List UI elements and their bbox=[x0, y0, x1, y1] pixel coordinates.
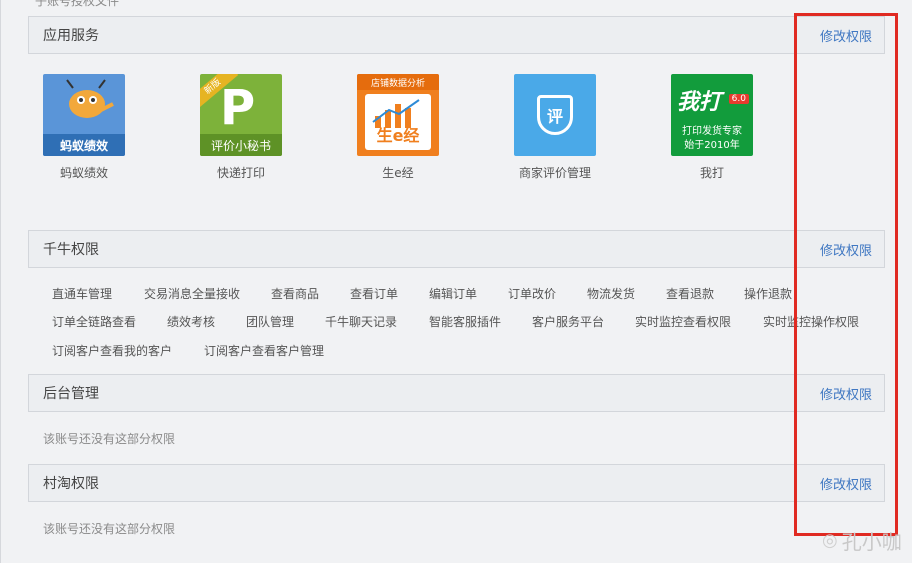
permission-item: 订单改价 bbox=[508, 287, 557, 301]
app-label: 生e经 bbox=[382, 166, 414, 180]
app-item[interactable]: 评 商家评价管理 bbox=[514, 74, 671, 181]
app-label: 商家评价管理 bbox=[518, 166, 591, 180]
permission-item: 交易消息全量接收 bbox=[144, 287, 241, 301]
app-label: 我打 bbox=[699, 166, 724, 180]
permission-item: 查看退款 bbox=[666, 287, 715, 301]
permission-item: 绩效考核 bbox=[167, 315, 216, 329]
permission-item: 客户服务平台 bbox=[532, 315, 605, 329]
icon-big-text: 我打 bbox=[677, 90, 722, 115]
app-list: 蚂蚁绩效 蚂蚁绩效 新版 P 评价小秘书 快递打印 店铺数据分析 生e经 生e经… bbox=[43, 74, 828, 181]
weibo-icon: ◎ bbox=[822, 530, 838, 551]
red-highlight-box bbox=[794, 13, 898, 536]
shield-glyph: 评 bbox=[537, 95, 573, 135]
permission-item: 查看订单 bbox=[350, 287, 399, 301]
icon-band-text: 蚂蚁绩效 bbox=[43, 134, 125, 156]
app-item[interactable]: 店铺数据分析 生e经 生e经 bbox=[357, 74, 514, 181]
permission-item: 编辑订单 bbox=[429, 287, 478, 301]
icon-card-text: 生e经 bbox=[376, 126, 420, 145]
permission-item: 物流发货 bbox=[587, 287, 636, 301]
cut-off-text: 子账号授权文件 bbox=[35, 0, 120, 8]
icon-line2: 始于2010年 bbox=[684, 140, 740, 151]
app-label: 蚂蚁绩效 bbox=[59, 166, 108, 180]
watermark: ◎ 孔小咖 bbox=[822, 526, 902, 555]
permission-item: 订阅客户查看客户管理 bbox=[204, 344, 325, 358]
section-title: 村淘权限 bbox=[43, 476, 99, 492]
shengejing-icon[interactable]: 店铺数据分析 生e经 bbox=[357, 74, 439, 156]
permission-item: 操作退款 bbox=[744, 287, 793, 301]
permission-item: 团队管理 bbox=[246, 315, 295, 329]
permission-item: 订单全链路查看 bbox=[52, 315, 137, 329]
section-header-qianniu: 千牛权限 修改权限 bbox=[28, 230, 885, 268]
icon-top-text: 店铺数据分析 bbox=[357, 74, 439, 90]
icon-line1: 打印发货专家 bbox=[682, 126, 742, 137]
empty-permission-note: 该账号还没有这部分权限 bbox=[43, 522, 176, 536]
rating-shield-icon[interactable]: 评 bbox=[514, 74, 596, 156]
section-title: 后台管理 bbox=[43, 386, 99, 402]
section-title: 应用服务 bbox=[43, 28, 99, 44]
section-header-app-services: 应用服务 修改权限 bbox=[28, 16, 885, 54]
version-badge: 6.0 bbox=[728, 94, 749, 104]
ant-performance-icon[interactable]: 蚂蚁绩效 bbox=[43, 74, 125, 156]
section-title: 千牛权限 bbox=[43, 242, 99, 258]
permission-item: 千牛聊天记录 bbox=[325, 315, 398, 329]
section-header-cuntao: 村淘权限 修改权限 bbox=[28, 464, 885, 502]
p-letter: P bbox=[220, 80, 256, 136]
express-print-icon[interactable]: 新版 P 评价小秘书 bbox=[200, 74, 282, 156]
app-label: 快递打印 bbox=[216, 166, 265, 180]
page: 子账号授权文件 应用服务 修改权限 蚂蚁绩效 蚂蚁绩效 新版 P 评价小秘书 快… bbox=[0, 0, 912, 563]
section-header-backend: 后台管理 修改权限 bbox=[28, 374, 885, 412]
empty-permission-note: 该账号还没有这部分权限 bbox=[43, 432, 176, 446]
permission-item: 查看商品 bbox=[271, 287, 320, 301]
wo-da-icon[interactable]: 我打 6.0 打印发货专家 始于2010年 bbox=[671, 74, 753, 156]
watermark-text: 孔小咖 bbox=[841, 530, 902, 554]
permission-item: 实时监控查看权限 bbox=[635, 315, 732, 329]
icon-band-text: 评价小秘书 bbox=[200, 134, 282, 156]
permission-item: 直通车管理 bbox=[52, 287, 113, 301]
permission-item: 订阅客户查看我的客户 bbox=[52, 344, 173, 358]
app-item[interactable]: 新版 P 评价小秘书 快递打印 bbox=[200, 74, 357, 181]
permission-item: 智能客服插件 bbox=[429, 315, 502, 329]
app-item[interactable]: 蚂蚁绩效 蚂蚁绩效 bbox=[43, 74, 200, 181]
